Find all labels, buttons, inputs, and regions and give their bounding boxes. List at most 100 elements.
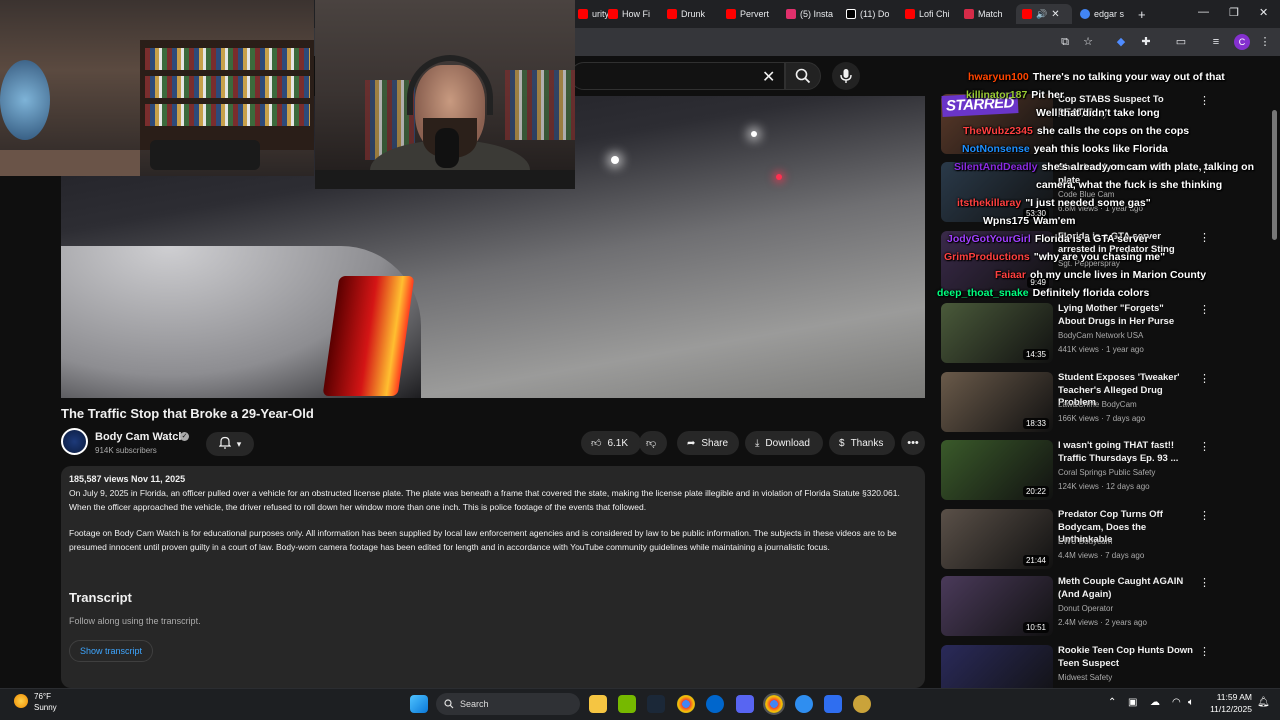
download-button[interactable]: ⤓ Download [745,431,823,455]
recommendation-meta: 166K views · 7 days ago [1058,414,1146,423]
browser-tab[interactable]: edgar s [1080,4,1128,24]
search-button[interactable] [785,62,821,90]
recommendation-card[interactable]: 10:51 Meth Couple Caught AGAIN (And Again… [941,576,1271,636]
more-options-icon[interactable]: ⋮ [1199,509,1210,522]
app-icon[interactable] [795,695,813,713]
minimize-icon[interactable]: — [1198,6,1209,18]
video-thumbnail[interactable]: 10:51 [941,576,1053,636]
transcript-heading: Transcript [69,590,132,605]
download-icon: ⤓ [755,437,760,449]
profile-avatar[interactable]: C [1234,34,1250,50]
weather-condition[interactable]: Sunny [34,703,57,712]
more-options-icon[interactable]: ⋮ [1199,372,1210,385]
more-options-icon[interactable]: ⋮ [1199,645,1210,658]
recommendation-channel[interactable]: Donut Operator [1058,604,1113,613]
maximize-icon[interactable]: ❐ [1229,6,1239,19]
taskbar-date[interactable]: 11/12/2025 [1208,704,1252,714]
more-options-icon[interactable]: ⋮ [1199,94,1210,107]
windows-start-icon[interactable] [410,695,428,713]
tray-app-icon[interactable]: ▣ [1128,697,1137,708]
app-icon[interactable] [706,695,724,713]
show-transcript-button[interactable]: Show transcript [69,640,154,662]
recommendation-card[interactable]: 14:35 Lying Mother "Forgets" About Drugs … [941,303,1271,363]
recommendation-channel[interactable]: Coral Springs Public Safety [1058,468,1155,477]
dislike-button[interactable]: 👎︎ [639,431,667,455]
video-thumbnail[interactable]: 18:33 [941,372,1053,432]
recommendation-title[interactable]: I wasn't going THAT fast!! Traffic Thurs… [1058,440,1193,465]
recommendation-card[interactable]: 20:22 I wasn't going THAT fast!! Traffic … [941,440,1271,500]
voice-search-button[interactable] [832,62,860,90]
steam-icon[interactable] [647,695,665,713]
menu-icon[interactable]: ⋮ [1258,35,1272,49]
video-title: The Traffic Stop that Broke a 29-Year-Ol… [61,406,314,421]
more-options-icon[interactable]: ⋮ [1199,440,1210,453]
recommendation-channel[interactable]: BodyCam Network USA [1058,331,1143,340]
thanks-button[interactable]: $ Thanks [829,431,895,455]
notification-bell-icon[interactable]: 🔔︎ [1257,697,1270,708]
more-options-icon[interactable]: ⋮ [1199,303,1210,316]
browser-tab[interactable]: Lofi Chi [905,4,949,24]
browser-tab[interactable]: Drunk [667,4,715,24]
nvidia-icon[interactable] [618,695,636,713]
browser-tab[interactable]: Pervert [726,4,772,24]
video-thumbnail[interactable]: 21:44 [941,509,1053,569]
recommendation-card[interactable]: 18:33 Student Exposes 'Tweaker' Teacher's… [941,372,1271,432]
clear-search-icon[interactable]: ✕ [762,67,775,87]
recommendation-channel[interactable]: Law&Crime BodyCam [1058,400,1137,409]
weather-temperature[interactable]: 76°F [34,692,51,701]
recommendation-title[interactable]: Lying Mother "Forgets" About Drugs in He… [1058,303,1193,328]
discord-icon[interactable] [736,695,754,713]
chat-text: she calls the cops on the cops [1036,125,1190,137]
tray-cloud-icon[interactable]: ☁ [1150,697,1160,708]
audio-icon[interactable]: 🔊 [1036,9,1047,20]
extension-icon[interactable]: ◆ [1114,35,1128,49]
browser-tab[interactable]: How Fi [608,4,658,24]
search-input[interactable] [570,62,785,90]
sidebar-icon[interactable]: ▭ [1174,35,1188,49]
recommendation-title[interactable]: Meth Couple Caught AGAIN (And Again) [1058,576,1193,601]
taskbar-time[interactable]: 11:59 AM [1214,692,1252,702]
match-icon [964,9,974,19]
chrome-active-icon[interactable] [763,693,785,715]
cast-icon[interactable]: ⧉ [1058,35,1072,49]
app-icon[interactable] [824,695,842,713]
video-thumbnail[interactable]: 14:35 [941,303,1053,363]
search-icon [795,68,811,84]
browser-tab[interactable]: Match [964,4,1008,24]
share-button[interactable]: ➦ Share [677,431,739,455]
thumbs-up-icon: 👍︎ [591,438,602,449]
media-icon[interactable]: ≡ [1209,35,1223,49]
wifi-icon[interactable]: ◠ [1172,697,1181,708]
volume-icon[interactable]: 🔈︎ [1188,697,1194,708]
close-window-icon[interactable]: ✕ [1259,6,1268,19]
new-tab-button[interactable]: + [1138,4,1150,24]
channel-avatar[interactable] [61,428,88,455]
app-icon[interactable] [853,695,871,713]
chrome-icon[interactable] [677,695,695,713]
recommendation-channel[interactable]: EWU Bodycam [1058,537,1112,546]
recommendation-channel[interactable]: Midwest Safety [1058,673,1112,682]
video-duration: 10:51 [1022,622,1049,633]
browser-tab[interactable]: (11) Do [846,4,890,24]
more-actions-icon[interactable]: ••• [901,431,925,455]
more-options-icon[interactable]: ⋮ [1199,576,1210,589]
weather-sun-icon[interactable] [14,694,28,708]
close-tab-icon[interactable]: ✕ [1051,9,1059,20]
browser-tab-active[interactable]: 🔊 ✕ [1016,4,1072,24]
recommendation-title[interactable]: Rookie Teen Cop Hunts Down Teen Suspect [1058,645,1193,670]
browser-tab[interactable]: (5) Insta [786,4,834,24]
bookmark-star-icon[interactable]: ☆ [1081,35,1095,49]
scrollbar[interactable] [1272,110,1277,240]
channel-name[interactable]: Body Cam Watch [95,431,185,443]
video-thumbnail[interactable]: 20:22 [941,440,1053,500]
like-button[interactable]: 👍︎ 6.1K [581,431,641,455]
tray-overflow-icon[interactable]: ⌃ [1108,697,1116,708]
taskbar-search[interactable]: Search [436,693,580,715]
recommendation-card[interactable]: 21:44 Predator Cop Turns Off Bodycam, Doe… [941,509,1271,569]
more-options-icon[interactable]: ⋮ [1199,231,1210,244]
notification-bell-button[interactable]: ▾ [206,432,254,456]
share-icon: ➦ [687,437,696,449]
puzzle-icon[interactable]: ✚ [1139,35,1153,49]
file-explorer-icon[interactable] [589,695,607,713]
chat-message: hwaryun100 There's no talking your way ou… [968,71,1225,83]
